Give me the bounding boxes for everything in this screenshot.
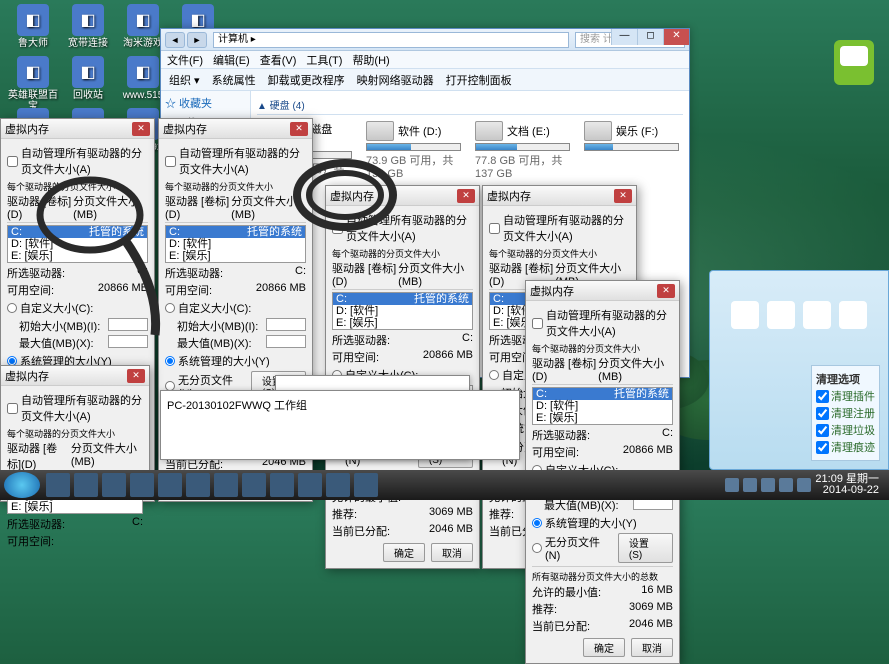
taskbar: 21:09 星期一 2014-09-22 (0, 470, 889, 500)
auto-checkbox[interactable] (489, 223, 500, 234)
clock[interactable]: 21:09 星期一 2014-09-22 (815, 474, 879, 496)
drive-item[interactable]: 娱乐 (F:) (584, 121, 679, 188)
favorites-header[interactable]: ☆ 收藏夹 (165, 95, 246, 111)
taskbar-item[interactable] (186, 473, 210, 497)
qq-widget[interactable] (834, 40, 874, 85)
drive-list[interactable]: C: 托管的系统D: [软件]E: [娱乐]F: (532, 387, 673, 425)
panel-icon[interactable] (731, 301, 759, 329)
toolbar-item[interactable]: 系统属性 (212, 72, 256, 88)
taskbar-item[interactable] (130, 473, 154, 497)
desktop-icon[interactable]: ◧英雄联盟百宝 (8, 56, 58, 112)
desktop-icon[interactable]: ◧回收站 (63, 56, 113, 101)
taskbar-item[interactable] (326, 473, 350, 497)
toolbar-item[interactable]: 打开控制面板 (446, 72, 512, 88)
toolbar-item[interactable]: 映射网络驱动器 (357, 72, 434, 88)
tool-bar: 组织 ▾ 系统属性卸载或更改程序映射网络驱动器打开控制面板 (161, 69, 689, 91)
explorer-titlebar: ◄► 计算机 ▸ 搜索 计算机 (161, 29, 689, 51)
minimize-button[interactable]: — (611, 29, 637, 45)
close-icon[interactable]: ✕ (457, 189, 475, 203)
max-input[interactable] (108, 335, 148, 348)
tray-icon[interactable] (743, 478, 757, 492)
panel-icon[interactable] (839, 301, 867, 329)
auto-checkbox[interactable] (165, 156, 176, 167)
address-bar[interactable]: 计算机 ▸ (213, 32, 569, 48)
menu-item[interactable]: 编辑(E) (213, 52, 250, 68)
custom-radio[interactable] (489, 370, 499, 380)
desktop-icon[interactable]: ◧鲁大师 (8, 4, 58, 49)
close-icon[interactable]: ✕ (127, 369, 145, 383)
close-icon[interactable]: ✕ (657, 284, 675, 298)
ok-button[interactable]: 确定 (583, 638, 625, 657)
tray-icon[interactable] (761, 478, 775, 492)
drive-item[interactable]: 文档 (E:)77.8 GB 可用，共 137 GB (475, 121, 570, 188)
start-button[interactable] (4, 472, 40, 498)
cleanup-options: 清理选项 清理插件 清理注册 清理垃圾 清理痕迹 (811, 365, 880, 461)
cleanup-checkbox[interactable] (816, 424, 829, 437)
init-input[interactable] (266, 318, 306, 331)
cleanup-checkbox[interactable] (816, 390, 829, 403)
custom-radio[interactable] (7, 303, 17, 313)
close-icon[interactable]: ✕ (614, 189, 632, 203)
menu-bar: 文件(F) 编辑(E) 查看(V) 工具(T) 帮助(H) (161, 51, 689, 69)
taskbar-item[interactable] (242, 473, 266, 497)
cleanup-checkbox[interactable] (816, 441, 829, 454)
menu-item[interactable]: 文件(F) (167, 52, 203, 68)
toolbar-item[interactable]: 卸载或更改程序 (268, 72, 345, 88)
drive-list[interactable]: C: 托管的系统D: [软件]E: [娱乐]F: (7, 225, 148, 263)
auto-checkbox[interactable] (532, 318, 543, 329)
assistant-panel[interactable]: 清理选项 清理插件 清理注册 清理垃圾 清理痕迹 (709, 270, 889, 470)
back-button[interactable]: ◄ (165, 32, 185, 48)
hostname-panel: PC-20130102FWWQ 工作组 (160, 390, 520, 460)
menu-item[interactable]: 工具(T) (306, 52, 342, 68)
cancel-button[interactable]: 取消 (631, 638, 673, 657)
taskbar-item[interactable] (354, 473, 378, 497)
taskbar-item[interactable] (74, 473, 98, 497)
forward-button[interactable]: ► (187, 32, 207, 48)
set-button[interactable]: 设置(S) (618, 533, 673, 563)
panel-icon[interactable] (767, 301, 795, 329)
menu-item[interactable]: 查看(V) (260, 52, 297, 68)
close-icon[interactable]: ✕ (132, 122, 150, 136)
ok-button[interactable]: 确定 (383, 543, 425, 562)
max-input[interactable] (266, 335, 306, 348)
taskbar-item[interactable] (270, 473, 294, 497)
custom-radio[interactable] (165, 303, 175, 313)
drive-list[interactable]: C: 托管的系统D: [软件]E: [娱乐]F: (165, 225, 306, 263)
desktop-icon[interactable]: ◧宽带连接 (63, 4, 113, 49)
init-input[interactable] (108, 318, 148, 331)
cleanup-checkbox[interactable] (816, 407, 829, 420)
close-icon[interactable]: ✕ (290, 122, 308, 136)
taskbar-item[interactable] (158, 473, 182, 497)
taskbar-item[interactable] (102, 473, 126, 497)
close-button[interactable]: ✕ (663, 29, 689, 45)
menu-item[interactable]: 帮助(H) (352, 52, 389, 68)
maximize-button[interactable]: ◻ (637, 29, 663, 45)
panel-icon[interactable] (803, 301, 831, 329)
system-tray: 21:09 星期一 2014-09-22 (725, 474, 885, 496)
sys-radio[interactable] (165, 356, 175, 366)
auto-checkbox[interactable] (7, 156, 18, 167)
auto-checkbox[interactable] (332, 223, 343, 234)
cancel-button[interactable]: 取消 (431, 543, 473, 562)
toolbar-item[interactable]: 组织 ▾ (169, 72, 200, 88)
sys-radio[interactable] (532, 518, 542, 528)
tray-icon[interactable] (797, 478, 811, 492)
tray-icon[interactable] (725, 478, 739, 492)
taskbar-item[interactable] (46, 473, 70, 497)
drives-section-header[interactable]: ▲ 硬盘 (4) (257, 97, 683, 115)
tray-icon[interactable] (779, 478, 793, 492)
taskbar-item[interactable] (214, 473, 238, 497)
drive-list[interactable]: C: 托管的系统D: [软件]E: [娱乐]F: (332, 292, 473, 330)
none-radio[interactable] (532, 543, 542, 553)
auto-checkbox[interactable] (7, 403, 18, 414)
taskbar-item[interactable] (298, 473, 322, 497)
drive-item[interactable]: 软件 (D:)73.9 GB 可用，共 139 GB (366, 121, 461, 188)
